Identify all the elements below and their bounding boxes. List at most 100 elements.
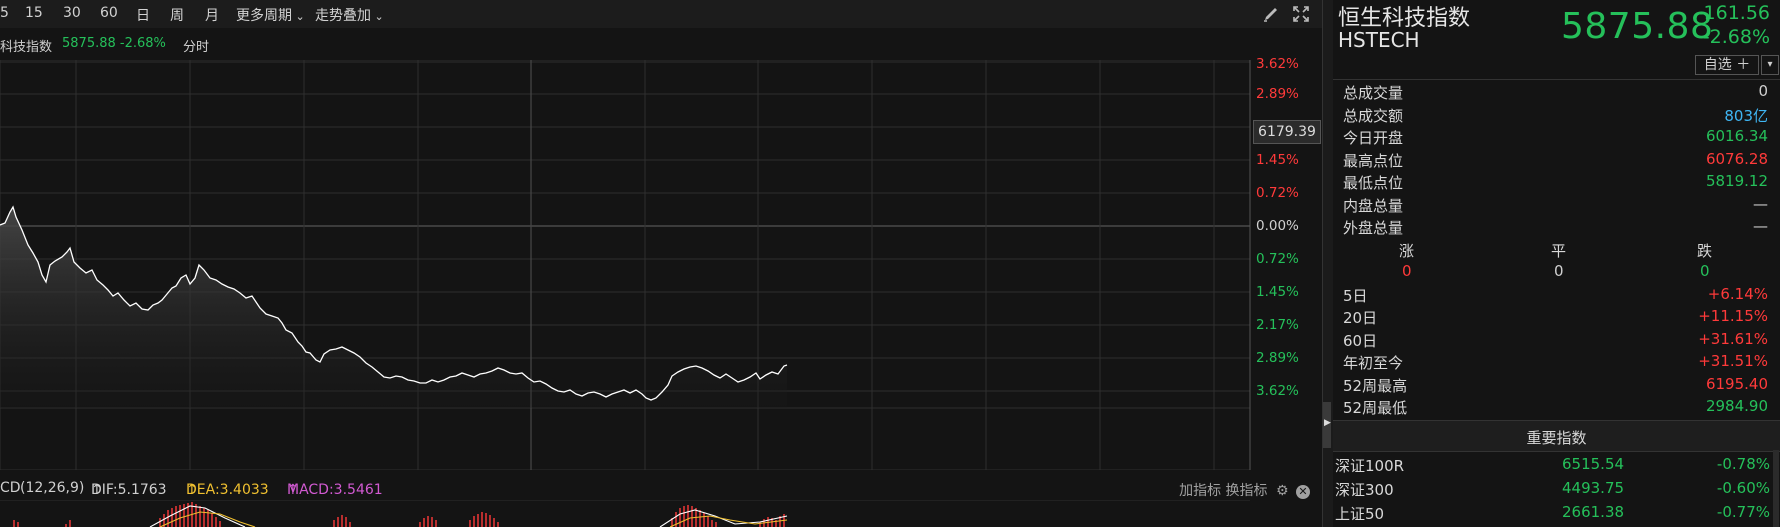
breadth-up-value: 0 — [1402, 262, 1412, 280]
macd-name: CD — [0, 480, 21, 496]
stat-value: 0 — [1758, 82, 1768, 100]
macd-macd-value: MACD:3.5461 — [287, 482, 383, 498]
stat-value: 5819.12 — [1705, 172, 1768, 190]
add-to-watchlist-button[interactable]: 自选 ＋ — [1695, 55, 1759, 75]
price-change-label: 5875.88 -2.68% — [62, 36, 166, 51]
collapse-handle[interactable]: ▶ — [1323, 402, 1331, 448]
arrow-up-icon: ↑ — [287, 482, 299, 498]
pct-label-up-2: 1.45% — [1256, 152, 1299, 168]
perf-value: +31.61% — [1698, 330, 1768, 348]
period-30min[interactable]: 30 — [63, 5, 81, 21]
gear-icon[interactable]: ⚙ — [1276, 483, 1289, 499]
price-change-pct: -2.68% — [1702, 26, 1770, 48]
chevron-down-icon: ⌄ — [292, 10, 305, 23]
stat-value: — — [1753, 195, 1768, 213]
macd-header: CD (12,26,9) DIF:5.1763 ↑ DEA:3.4033 ↑ MAC… — [0, 478, 1250, 498]
collapse-arrow-icon: ▶ — [1324, 418, 1331, 428]
stat-row-turnover: 总成交额 803亿 — [1343, 105, 1768, 127]
timeshare-tab[interactable]: 分时 — [183, 36, 209, 55]
pct-label-up-4: 2.89% — [1256, 86, 1299, 102]
pct-label-up-1: 0.72% — [1256, 185, 1299, 201]
stat-row-outer-volume: 外盘总量 — — [1343, 217, 1768, 239]
important-indices-header[interactable]: 重要指数 — [1333, 420, 1780, 452]
period-month[interactable]: 月 — [205, 5, 219, 25]
fullscreen-icon[interactable] — [1292, 5, 1312, 23]
macd-histogram — [13, 502, 785, 527]
stat-label: 总成交额 — [1343, 107, 1404, 125]
perf-label: 5日 — [1343, 287, 1368, 305]
draw-icon[interactable] — [1262, 5, 1282, 23]
perf-value: 6195.40 — [1705, 375, 1768, 393]
stat-label: 总成交量 — [1343, 84, 1404, 102]
index-row-price: 6515.54 — [1562, 455, 1625, 473]
perf-label: 60日 — [1343, 332, 1378, 350]
macd-chart[interactable] — [0, 500, 1252, 527]
stat-row-low: 最低点位 5819.12 — [1343, 172, 1768, 194]
period-15min[interactable]: 15 — [25, 5, 43, 21]
perf-value: +6.14% — [1707, 285, 1768, 303]
last-price: 5875.88 — [1561, 6, 1714, 47]
breadth-up-label: 涨 — [1399, 242, 1415, 260]
stat-row-volume: 总成交量 0 — [1343, 82, 1768, 104]
arrow-up-icon: ↑ — [91, 482, 103, 498]
stat-value: 6016.34 — [1705, 127, 1768, 145]
index-row-name: 深证100R — [1335, 457, 1405, 475]
perf-row-5d: 5日 +6.14% — [1343, 285, 1768, 307]
overlay-label: 走势叠加 — [315, 8, 371, 24]
indices-scrollbar[interactable] — [1773, 450, 1779, 527]
crosshair-price-tag: 6179.39 — [1253, 120, 1321, 144]
period-60min[interactable]: 60 — [100, 5, 118, 21]
watchlist-dropdown-icon[interactable]: ▾ — [1761, 55, 1779, 75]
index-row-name: 深证300 — [1335, 481, 1394, 499]
macd-params: (12,26,9) — [20, 480, 85, 496]
perf-label: 年初至今 — [1343, 354, 1404, 372]
stat-value: 803亿 — [1724, 107, 1768, 125]
switch-indicator-button[interactable]: 换指标 — [1226, 483, 1268, 499]
arrow-up-icon: ↑ — [186, 482, 198, 498]
stat-value: — — [1753, 217, 1768, 235]
index-row[interactable]: 深证300 4493.75 -0.60% — [1335, 479, 1770, 503]
breadth-flat-value: 0 — [1554, 262, 1564, 280]
index-row-name: 上证50 — [1335, 505, 1385, 523]
index-row[interactable]: 上证50 2661.38 -0.77% — [1335, 503, 1770, 527]
perf-value: +31.51% — [1698, 352, 1768, 370]
perf-label: 52周最高 — [1343, 377, 1408, 395]
period-5min[interactable]: 5 — [0, 5, 9, 21]
breadth-flat-label: 平 — [1551, 242, 1567, 260]
stat-label: 今日开盘 — [1343, 129, 1404, 147]
stat-label: 外盘总量 — [1343, 219, 1404, 237]
close-icon[interactable]: ✕ — [1296, 485, 1310, 499]
macd-dea-value: DEA:3.4033 — [186, 482, 269, 498]
price-gridlines — [0, 61, 1250, 470]
index-row-change: -0.60% — [1716, 479, 1770, 497]
period-day[interactable]: 日 — [136, 5, 150, 25]
breadth-down-label: 跌 — [1697, 242, 1713, 260]
quote-panel: 恒生科技指数 HSTECH 5875.88 -161.56 -2.68% 自选 … — [1333, 0, 1780, 527]
pct-label-up-5: 3.62% — [1256, 56, 1299, 72]
stat-row-open: 今日开盘 6016.34 — [1343, 127, 1768, 149]
overlay-dropdown[interactable]: 走势叠加 ⌄ — [315, 5, 384, 25]
pct-label-zero: 0.00% — [1256, 218, 1299, 234]
index-row-price: 4493.75 — [1562, 479, 1625, 497]
period-toolbar: 5 15 30 60 日 周 月 更多周期 ⌄ 走势叠加 ⌄ — [0, 0, 1322, 28]
price-change: -161.56 — [1696, 2, 1770, 24]
perf-row-60d: 60日 +31.61% — [1343, 330, 1768, 352]
more-periods-dropdown[interactable]: 更多周期 ⌄ — [236, 5, 305, 25]
macd-tools: 加指标 换指标 ⚙ ✕ — [1179, 480, 1310, 500]
breadth-down-value: 0 — [1700, 262, 1710, 280]
chevron-down-icon: ⌄ — [371, 10, 384, 23]
index-row[interactable]: 深证100R 6515.54 -0.78% — [1335, 455, 1770, 479]
intraday-chart[interactable] — [0, 60, 1252, 470]
important-indices-title: 重要指数 — [1526, 429, 1587, 447]
stat-label: 内盘总量 — [1343, 197, 1404, 215]
perf-row-52w-high: 52周最高 6195.40 — [1343, 375, 1768, 397]
add-indicator-button[interactable]: 加指标 — [1179, 483, 1221, 499]
period-week[interactable]: 周 — [170, 5, 184, 25]
pct-label-down-3: 2.17% — [1256, 317, 1299, 333]
pct-label-down-5: 3.62% — [1256, 383, 1299, 399]
stat-value: 6076.28 — [1705, 150, 1768, 168]
perf-value: +11.15% — [1698, 307, 1768, 325]
divider — [1333, 79, 1780, 80]
perf-row-20d: 20日 +11.15% — [1343, 307, 1768, 329]
stat-row-inner-volume: 内盘总量 — — [1343, 195, 1768, 217]
